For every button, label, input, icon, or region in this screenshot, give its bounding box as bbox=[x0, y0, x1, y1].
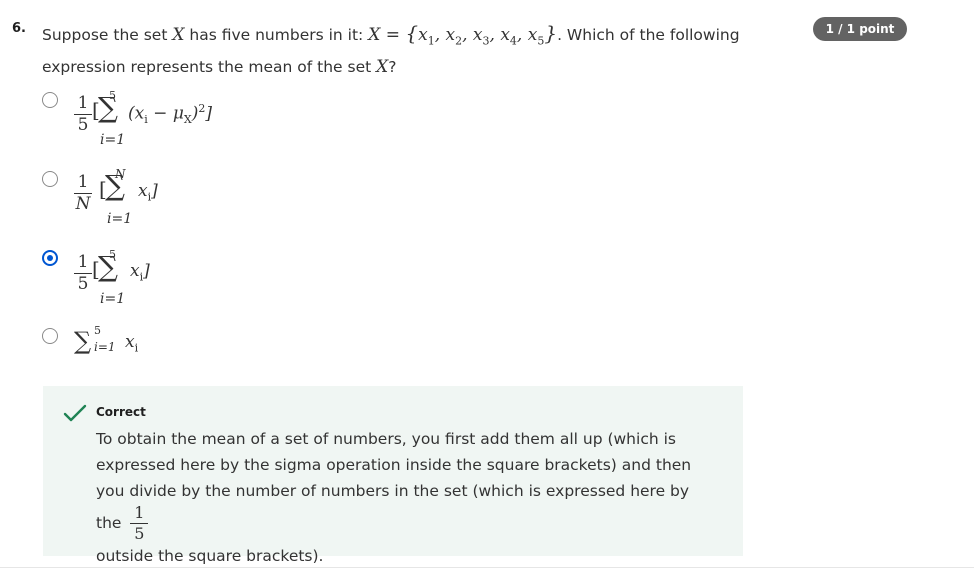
question-text-part: Suppose the set bbox=[42, 26, 173, 44]
checkmark-icon bbox=[63, 404, 87, 422]
explanation-text: To obtain the mean of a set of numbers, … bbox=[96, 430, 692, 532]
sigma-icon: ∑ bbox=[98, 91, 118, 124]
feedback-panel: Correct To obtain the mean of a set of n… bbox=[43, 386, 743, 565]
sigma-icon: ∑ bbox=[98, 250, 118, 283]
radio-button[interactable] bbox=[42, 171, 58, 187]
fraction: 15 bbox=[74, 253, 92, 294]
question-text-part: ? bbox=[388, 58, 397, 77]
fraction: 1N bbox=[74, 172, 92, 214]
fraction: 15 bbox=[74, 94, 92, 135]
question-text-part: has five numbers in it: bbox=[184, 26, 369, 44]
radio-button[interactable] bbox=[42, 92, 58, 108]
inline-fraction: 15 bbox=[130, 504, 149, 543]
radio-button-selected[interactable] bbox=[42, 250, 58, 266]
divider bbox=[0, 567, 974, 568]
sigma-icon: ∑ bbox=[74, 327, 92, 355]
points-badge: 1 / 1 point bbox=[813, 17, 907, 41]
question-text: Suppose the set X has five numbers in it… bbox=[42, 20, 762, 80]
quiz-question-page: 6. Suppose the set X has five numbers in… bbox=[0, 0, 974, 570]
explanation-text: outside the square brackets). bbox=[96, 547, 324, 565]
set-definition: X = {x1, x2, x3, x4, x5} bbox=[368, 21, 558, 48]
feedback-status: Correct bbox=[96, 405, 146, 419]
feedback-explanation: To obtain the mean of a set of numbers, … bbox=[96, 426, 716, 569]
radio-button[interactable] bbox=[42, 328, 58, 344]
set-variable: X bbox=[172, 25, 185, 45]
sigma-icon: ∑ bbox=[105, 169, 125, 202]
set-variable: X bbox=[376, 57, 389, 78]
question-number: 6. bbox=[12, 21, 26, 36]
